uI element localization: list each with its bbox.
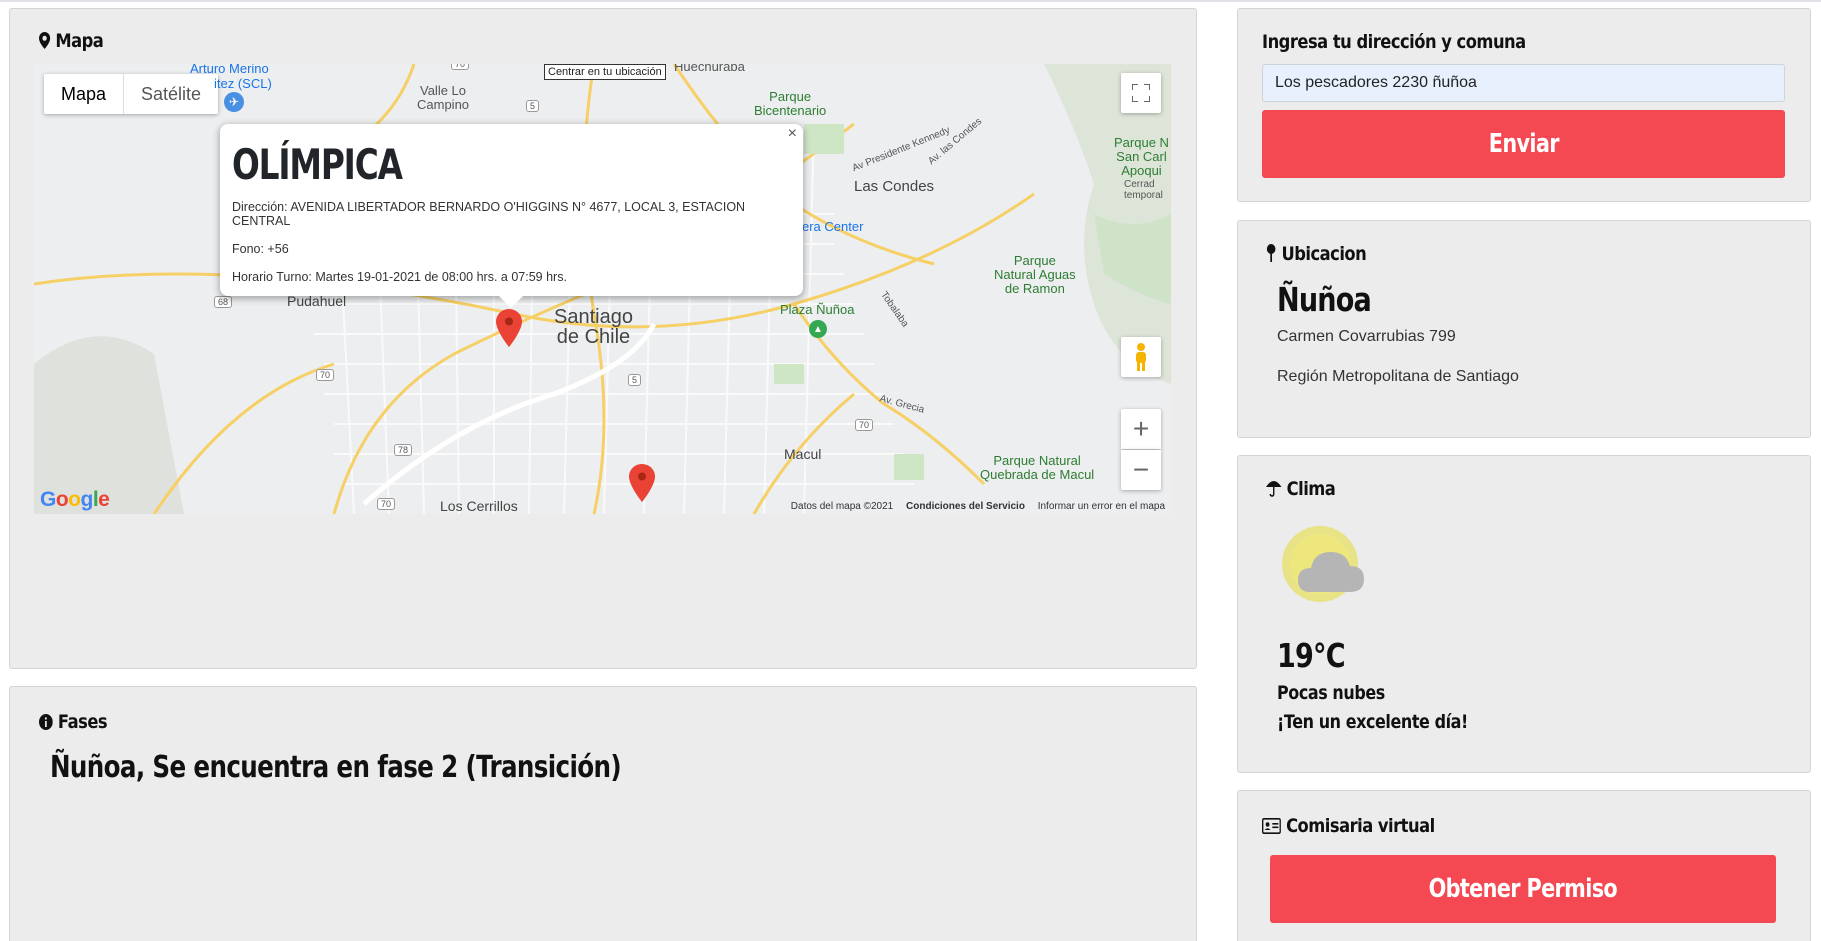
label-las-condes: Las Condes	[854, 178, 935, 195]
weather-condition: Pocas nubes	[1277, 682, 1385, 704]
label-valle-lo-campino: Valle Lo Campino	[417, 83, 470, 112]
label-los-cerrillos: Los Cerrillos	[440, 498, 518, 514]
label-santiago: Santiago de Chile	[554, 306, 633, 348]
address-input[interactable]	[1262, 64, 1785, 102]
umbrella-icon	[1266, 479, 1282, 502]
location-street: Carmen Covarrubias 799	[1277, 328, 1456, 345]
label-costanera-center: era Center	[802, 219, 864, 234]
label-cerrado: Cerrad temporal	[1124, 179, 1163, 201]
location-commune: Ñuñoa	[1277, 280, 1372, 319]
label-arturo-merino: Arturo Merino	[190, 64, 269, 76]
google-map[interactable]: Mapa Satélite Centrar en tu ubicación Ar…	[34, 64, 1171, 514]
location-region: Región Metropolitana de Santiago	[1277, 368, 1519, 385]
weather-panel-title: Clima	[1266, 478, 1336, 502]
info-window-tail	[498, 295, 524, 308]
zoom-out-button[interactable]: −	[1121, 450, 1161, 490]
map-data-credit: Datos del mapa ©2021	[790, 501, 894, 512]
phases-panel-title: Fases	[39, 711, 108, 735]
airport-icon: ✈	[224, 92, 244, 112]
map-pin-icon[interactable]	[496, 309, 522, 347]
temperature: 19°C	[1277, 636, 1346, 675]
park-icon: ▲	[809, 320, 827, 338]
pharmacy-phone: Fono: +56	[232, 242, 289, 256]
map-type-satellite[interactable]: Satélite	[124, 74, 218, 114]
route-shield: 70	[855, 419, 874, 431]
info-circle-icon	[39, 713, 53, 735]
fullscreen-button[interactable]	[1121, 73, 1161, 113]
submit-button[interactable]: Enviar	[1262, 110, 1785, 178]
zoom-in-button[interactable]: +	[1121, 409, 1161, 449]
terms-link[interactable]: Condiciones del Servicio	[906, 501, 1025, 512]
fullscreen-icon	[1132, 84, 1150, 102]
route-shield: 70	[451, 64, 470, 70]
street-view-pegman[interactable]	[1121, 337, 1161, 377]
close-icon[interactable]: ×	[788, 125, 797, 143]
label-parque-bicentenario: Parque Bicentenario	[754, 89, 827, 118]
center-location-button[interactable]: Centrar en tu ubicación	[544, 64, 666, 80]
map-attribution: Datos del mapa ©2021 Condiciones del Ser…	[791, 501, 1165, 512]
pushpin-icon	[1266, 244, 1276, 267]
map-type-map[interactable]: Mapa	[44, 74, 125, 114]
label-macul: Macul	[784, 446, 822, 462]
map-pin-icon[interactable]	[629, 464, 655, 502]
route-shield: 5	[526, 100, 540, 112]
pharmacy-info-window: × OLÍMPICA Dirección: AVENIDA LIBERTADOR…	[220, 124, 803, 308]
get-permit-button[interactable]: Obtener Permiso	[1270, 855, 1776, 923]
partly-cloudy-icon	[1282, 526, 1364, 602]
label-parque-aguas-ramon: Parque Natural Aguas de Ramon	[994, 253, 1076, 296]
route-shield: 70	[316, 369, 335, 381]
label-parque-quebrada: Parque Natural Quebrada de Macul	[980, 453, 1095, 482]
top-border	[0, 0, 1821, 2]
report-error-link[interactable]: Informar un error en el mapa	[1038, 501, 1165, 512]
pharmacy-name: OLÍMPICA	[232, 140, 403, 189]
map-panel-title: Mapa	[39, 30, 104, 54]
google-logo: Google	[40, 488, 110, 511]
label-parque-san-carlos: Parque N San Carl Apoqui	[1114, 135, 1169, 178]
pegman-icon	[1136, 343, 1146, 371]
map-type-toggle[interactable]: Mapa Satélite	[44, 74, 219, 114]
label-plaza-nunoa: Plaza Ñuñoa	[780, 302, 855, 317]
pharmacy-address: Dirección: AVENIDA LIBERTADOR BERNARDO O…	[232, 200, 746, 228]
phase-status: Ñuñoa, Se encuentra en fase 2 (Transició…	[50, 750, 622, 785]
label-huechuraba: Huechuraba	[674, 64, 745, 74]
address-panel-title: Ingresa tu dirección y comuna	[1262, 31, 1526, 53]
location-panel-title: Ubicacion	[1266, 243, 1367, 267]
route-shield: 78	[394, 444, 413, 456]
weather-message: ¡Ten un excelente día!	[1277, 711, 1468, 733]
pharmacy-schedule: Horario Turno: Martes 19-01-2021 de 08:0…	[232, 270, 567, 284]
label-scl: itez (SCL)	[214, 76, 272, 91]
route-shield: 5	[628, 374, 642, 386]
map-marker-icon	[39, 32, 51, 54]
police-panel-title: Comisaria virtual	[1262, 815, 1435, 839]
route-shield: 68	[214, 296, 233, 308]
id-card-icon	[1262, 817, 1281, 839]
phases-panel	[9, 686, 1197, 941]
route-shield: 70	[377, 498, 396, 510]
